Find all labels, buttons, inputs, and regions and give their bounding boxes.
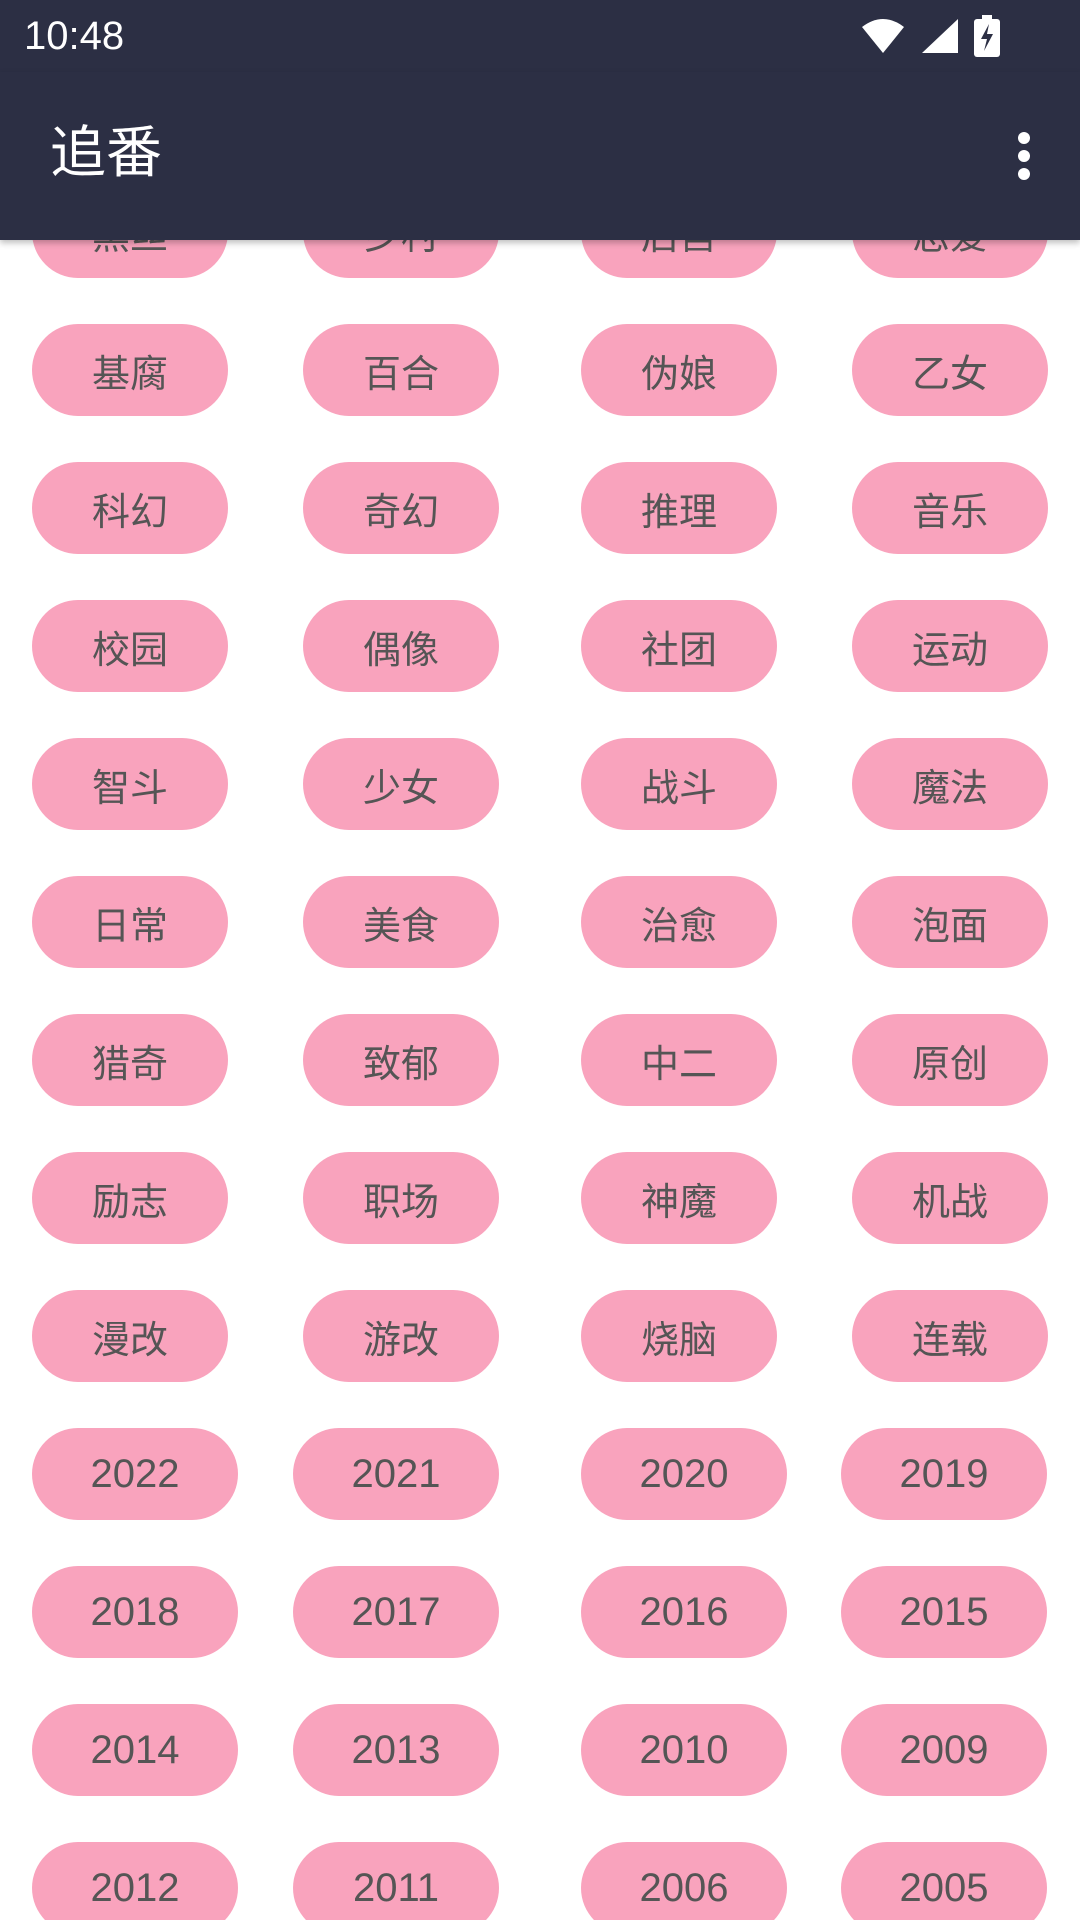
tag-chip[interactable]: 乙女 <box>852 324 1048 416</box>
tag-chip[interactable]: 偶像 <box>303 600 499 692</box>
tag-chip[interactable]: 日常 <box>32 876 228 968</box>
tag-chip[interactable]: 恋爱 <box>852 240 1048 278</box>
year-tag-chip[interactable]: 2009 <box>841 1704 1047 1796</box>
more-options-button[interactable] <box>992 116 1056 196</box>
tag-chip[interactable]: 乡村 <box>303 240 499 278</box>
battery-charging-icon <box>974 15 1000 57</box>
wifi-icon <box>862 19 904 53</box>
tag-chip[interactable]: 基腐 <box>32 324 228 416</box>
status-icons <box>860 14 1000 58</box>
tag-chip[interactable]: 智斗 <box>32 738 228 830</box>
year-tag-chip[interactable]: 2011 <box>293 1842 499 1920</box>
status-bar: 10:48 <box>0 0 1080 72</box>
tag-chip[interactable]: 音乐 <box>852 462 1048 554</box>
tag-chip[interactable]: 神魔 <box>581 1152 777 1244</box>
tag-chip[interactable]: 漫改 <box>32 1290 228 1382</box>
tag-chip[interactable]: 战斗 <box>581 738 777 830</box>
tag-chip[interactable]: 职场 <box>303 1152 499 1244</box>
year-tag-chip[interactable]: 2005 <box>841 1842 1047 1920</box>
tag-chip[interactable]: 治愈 <box>581 876 777 968</box>
year-tag-chip[interactable]: 2018 <box>32 1566 238 1658</box>
tag-chip[interactable]: 少女 <box>303 738 499 830</box>
year-tag-chip[interactable]: 2017 <box>293 1566 499 1658</box>
cellular-signal-icon <box>922 19 958 53</box>
app-bar: 追番 <box>0 72 1080 240</box>
year-tag-chip[interactable]: 2016 <box>581 1566 787 1658</box>
more-vert-icon <box>1018 132 1030 180</box>
tag-chip[interactable]: 科幻 <box>32 462 228 554</box>
tag-grid: 黑丝 乡村 后宫 恋爱基腐百合伪娘乙女科幻奇幻推理音乐校园偶像社团运动智斗少女战斗魔法… <box>0 240 1080 1920</box>
tag-chip[interactable]: 机战 <box>852 1152 1048 1244</box>
tag-chip[interactable]: 推理 <box>581 462 777 554</box>
tag-chip[interactable]: 奇幻 <box>303 462 499 554</box>
tag-chip[interactable]: 社团 <box>581 600 777 692</box>
tag-chip[interactable]: 百合 <box>303 324 499 416</box>
year-tag-chip[interactable]: 2006 <box>581 1842 787 1920</box>
tag-chip[interactable]: 致郁 <box>303 1014 499 1106</box>
tag-chip[interactable]: 美食 <box>303 876 499 968</box>
tag-chip[interactable]: 烧脑 <box>581 1290 777 1382</box>
tag-chip[interactable]: 连载 <box>852 1290 1048 1382</box>
tag-chip[interactable]: 黑丝 <box>32 240 228 278</box>
status-time: 10:48 <box>24 14 125 58</box>
tag-chip[interactable]: 原创 <box>852 1014 1048 1106</box>
page-title: 追番 <box>50 121 162 186</box>
tag-chip[interactable]: 魔法 <box>852 738 1048 830</box>
tag-chip[interactable]: 后宫 <box>581 240 777 278</box>
year-tag-chip[interactable]: 2020 <box>581 1428 787 1520</box>
tag-chip[interactable]: 励志 <box>32 1152 228 1244</box>
tag-chip[interactable]: 猎奇 <box>32 1014 228 1106</box>
year-tag-chip[interactable]: 2021 <box>293 1428 499 1520</box>
year-tag-chip[interactable]: 2022 <box>32 1428 238 1520</box>
year-tag-chip[interactable]: 2012 <box>32 1842 238 1920</box>
tag-chip[interactable]: 泡面 <box>852 876 1048 968</box>
year-tag-chip[interactable]: 2013 <box>293 1704 499 1796</box>
tag-chip[interactable]: 中二 <box>581 1014 777 1106</box>
tag-chip[interactable]: 游改 <box>303 1290 499 1382</box>
tag-chip[interactable]: 运动 <box>852 600 1048 692</box>
year-tag-chip[interactable]: 2015 <box>841 1566 1047 1658</box>
year-tag-chip[interactable]: 2019 <box>841 1428 1047 1520</box>
tag-chip[interactable]: 校园 <box>32 600 228 692</box>
year-tag-chip[interactable]: 2010 <box>581 1704 787 1796</box>
tag-chip[interactable]: 伪娘 <box>581 324 777 416</box>
year-tag-chip[interactable]: 2014 <box>32 1704 238 1796</box>
